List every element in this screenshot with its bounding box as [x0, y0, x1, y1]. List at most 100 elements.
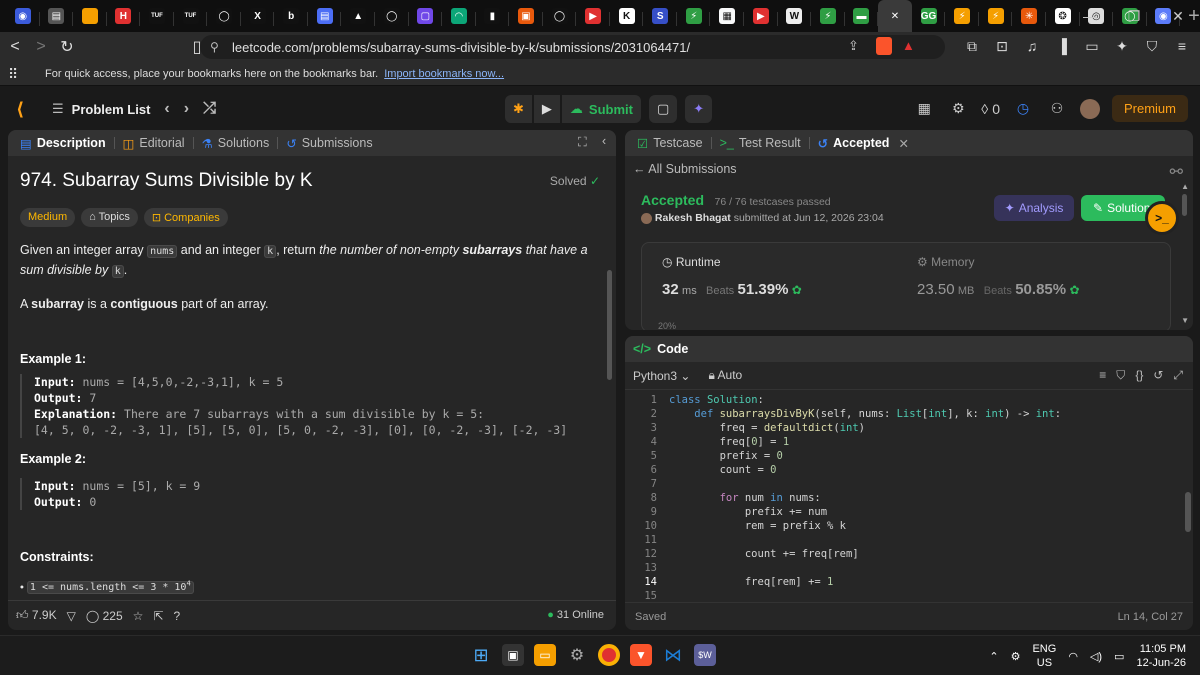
screenshot-icon[interactable]: ⊡	[992, 36, 1012, 56]
browser-tab[interactable]: ▶	[576, 3, 610, 29]
browser-tab[interactable]: K	[610, 3, 644, 29]
browser-tab[interactable]: GG	[912, 3, 946, 29]
braces-icon[interactable]: {}	[1135, 368, 1143, 383]
share-icon[interactable]: ⇪	[848, 38, 859, 54]
browser-tab[interactable]: ◯	[375, 3, 409, 29]
scroll-down-icon[interactable]: ▼	[1181, 316, 1189, 325]
fullscreen-icon[interactable]: ⤢	[1173, 368, 1183, 383]
url-field[interactable]: ⚲ leetcode.com/problems/subarray-sums-di…	[200, 35, 945, 59]
scrollbar[interactable]	[607, 270, 612, 380]
browser-tab[interactable]: ✕	[878, 0, 912, 32]
apps-icon[interactable]: ⠿	[8, 66, 18, 83]
share-icon[interactable]: ⇱	[153, 609, 163, 623]
browser-tab[interactable]	[73, 3, 107, 29]
problem-list-link[interactable]: Problem List	[72, 102, 151, 117]
add-collaborator-icon[interactable]: ⚇	[1046, 98, 1068, 120]
tab-testcase[interactable]: ☑ Testcase	[633, 136, 707, 151]
like-button[interactable]: 👍︎ 7.9K	[16, 608, 57, 623]
layout-icon[interactable]: ▦	[913, 98, 935, 120]
tab-description[interactable]: ▤ Description	[16, 136, 110, 151]
username[interactable]: Rakesh Bhagat	[655, 212, 731, 224]
volume-icon[interactable]: ◁)	[1090, 650, 1102, 663]
prev-problem-icon[interactable]: ‹	[164, 100, 169, 118]
runtime-stat[interactable]: ◷ Runtime 32 ms Beats 51.39% ✿	[662, 255, 802, 298]
next-problem-icon[interactable]: ›	[184, 100, 189, 118]
settings-icon[interactable]: ⚙	[566, 644, 588, 666]
menu-icon[interactable]: ≡	[1172, 36, 1192, 56]
leetcode-logo-icon[interactable]: ⟨	[16, 99, 36, 119]
scroll-up-icon[interactable]: ▲	[1181, 182, 1189, 191]
browser-tab[interactable]: S	[643, 3, 677, 29]
link-icon[interactable]: ⚯	[1170, 162, 1183, 182]
code-editor[interactable]: 1 class Solution: 2 def subarraysDivByK(se…	[625, 392, 1193, 602]
browser-tab[interactable]: ▦	[710, 3, 745, 29]
analysis-button[interactable]: ✦ Analysis	[994, 195, 1074, 221]
back-icon[interactable]: <	[4, 36, 26, 58]
chevron-up-icon[interactable]: ⌃	[989, 650, 998, 663]
tab-submissions[interactable]: ↺ Submissions	[282, 136, 376, 151]
shuffle-icon[interactable]: ⤮	[203, 100, 216, 118]
tab-editorial[interactable]: ◫ Editorial	[119, 136, 189, 151]
language-select[interactable]: Python3 ⌄	[633, 369, 690, 383]
companies-chip[interactable]: ⊡ Companies	[143, 208, 228, 227]
browser-tab[interactable]: TUF	[174, 3, 208, 29]
browser-tab[interactable]: ⚡	[979, 3, 1013, 29]
browser-tab[interactable]: ◯	[543, 3, 577, 29]
browser-tab[interactable]: ◠	[442, 3, 476, 29]
browser-tab[interactable]: X	[241, 3, 275, 29]
minimize-icon[interactable]: —	[1068, 0, 1112, 32]
brave-shield-icon[interactable]	[876, 37, 892, 55]
run-button[interactable]: ▶	[533, 95, 560, 123]
windows-start-icon[interactable]: ⊞	[470, 644, 492, 666]
browser-tab[interactable]: ◉	[6, 3, 40, 29]
subarrays-link[interactable]: subarrays	[462, 243, 522, 257]
browser-tab[interactable]: H	[107, 3, 141, 29]
extensions-icon[interactable]: ⧉	[962, 36, 982, 56]
tab-accepted[interactable]: ↺ Accepted ✕	[814, 136, 913, 151]
wallet-icon[interactable]: ▭	[1082, 36, 1102, 56]
dislike-button[interactable]: ▽	[67, 609, 76, 623]
vscode-icon[interactable]: ⋈	[662, 644, 684, 666]
browser-tab[interactable]: ⚡	[677, 3, 711, 29]
file-explorer-icon[interactable]: ▭	[534, 644, 556, 666]
collapse-icon[interactable]: ‹	[602, 134, 606, 148]
browser-tab[interactable]: ▲	[341, 3, 376, 29]
debug-button[interactable]: ✱	[505, 95, 532, 123]
format-icon[interactable]: ≡	[1099, 368, 1106, 383]
premium-button[interactable]: Premium	[1111, 95, 1188, 122]
all-submissions-link[interactable]: ← All Submissions	[633, 162, 737, 176]
ai-button[interactable]: ✦	[685, 95, 713, 123]
close-tab-icon[interactable]: ✕	[898, 136, 908, 151]
reload-icon[interactable]: ↻	[56, 36, 78, 58]
expand-icon[interactable]: ⛶	[578, 135, 587, 150]
music-icon[interactable]: ♫	[1022, 36, 1042, 56]
brave-icon[interactable]: ▼	[630, 644, 652, 666]
wifi-icon[interactable]: ◠	[1068, 650, 1078, 663]
close-window-icon[interactable]: ✕	[1156, 0, 1200, 32]
comments-button[interactable]: ◯ 225	[86, 609, 123, 623]
browser-tab[interactable]: ▢	[409, 3, 443, 29]
store-icon[interactable]: ▣	[502, 644, 524, 666]
memory-stat[interactable]: ⚙ Memory 23.50 MB Beats 50.85% ✿	[917, 255, 1080, 298]
leo-icon[interactable]: ✦	[1112, 36, 1132, 56]
tab-test-result[interactable]: >_ Test Result	[716, 136, 805, 150]
browser-tab[interactable]: ▤	[308, 3, 342, 29]
restore-icon[interactable]: ❐	[1112, 0, 1156, 32]
browser-tab[interactable]: ▮	[476, 3, 510, 29]
browser-tab[interactable]: ◯	[207, 3, 241, 29]
extension-badge-icon[interactable]: >_	[1145, 201, 1179, 235]
reset-icon[interactable]: ↺	[1153, 368, 1163, 383]
auto-mode[interactable]: 🔒︎ Auto	[708, 368, 742, 383]
browser-tab[interactable]: TUF	[140, 3, 174, 29]
submit-button[interactable]: ☁ Submit	[561, 95, 641, 123]
help-icon[interactable]: ?	[173, 609, 180, 623]
notes-button[interactable]: ▢	[648, 95, 678, 123]
scrollbar[interactable]	[1182, 194, 1187, 216]
browser-tab[interactable]: ✳	[1012, 3, 1046, 29]
bookmark-icon[interactable]: ⛉	[1116, 368, 1125, 383]
streak-icon[interactable]: ◊ 0	[981, 98, 1000, 120]
browser-tab[interactable]: W	[778, 3, 812, 29]
settings-icon[interactable]: ⚙	[947, 98, 969, 120]
browser-tab[interactable]: ▣	[509, 3, 543, 29]
sidebar-icon[interactable]: ▐	[1052, 36, 1072, 56]
